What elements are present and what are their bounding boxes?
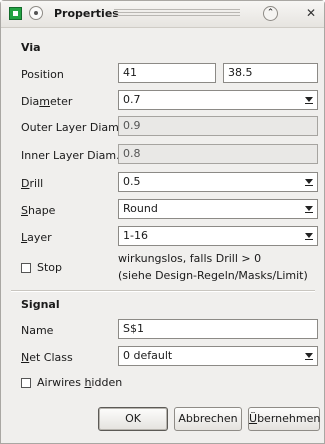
stop-note-line1: wirkungslos, falls Drill > 0 [118, 252, 262, 265]
layer-label: Layer [21, 231, 52, 244]
signal-header: Signal [21, 298, 60, 311]
shape-label: Shape [21, 204, 56, 217]
title-grip[interactable] [114, 9, 240, 18]
net-class-select[interactable]: 0 default [118, 346, 318, 366]
drill-label: Drill [21, 177, 44, 190]
window-title: Properties [54, 7, 119, 20]
diameter-label: Diameter [21, 95, 73, 108]
cancel-button[interactable]: Abbrechen [174, 407, 242, 431]
stop-label[interactable]: Stop [37, 261, 62, 274]
outer-layer-diam-label: Outer Layer Diam. [21, 121, 123, 134]
chevron-down-icon[interactable] [303, 350, 315, 362]
collapse-icon[interactable]: ⌃ [263, 6, 278, 21]
chevron-down-icon[interactable] [303, 203, 315, 215]
ok-button[interactable]: OK [98, 407, 168, 431]
chevron-down-icon[interactable] [303, 230, 315, 242]
name-input[interactable]: S$1 [118, 319, 318, 339]
airwires-hidden-label[interactable]: Airwires hidden [37, 376, 122, 389]
chevron-down-icon[interactable] [303, 94, 315, 106]
position-label: Position [21, 68, 64, 81]
drill-select[interactable]: 0.5 [118, 172, 318, 192]
net-class-value: 0 default [123, 349, 173, 362]
layer-select[interactable]: 1-16 [118, 226, 318, 246]
diameter-value: 0.7 [123, 93, 141, 106]
outer-layer-diam-field: 0.9 [118, 116, 318, 136]
inner-layer-diam-field: 0.8 [118, 144, 318, 164]
close-icon[interactable]: ✕ [304, 5, 318, 21]
stop-note-line2: (siehe Design-Regeln/Masks/Limit) [118, 269, 308, 282]
inner-layer-diam-label: Inner Layer Diam. [21, 149, 120, 162]
position-y-input[interactable]: 38.5 [223, 63, 318, 83]
shape-select[interactable]: Round [118, 199, 318, 219]
layer-value: 1-16 [123, 229, 148, 242]
drill-value: 0.5 [123, 175, 141, 188]
stop-checkbox[interactable] [21, 263, 31, 273]
airwires-hidden-checkbox[interactable] [21, 378, 31, 388]
app-icon [9, 7, 22, 20]
properties-dialog: Properties ⌃ ✕ Via Position 41 38.5 Diam… [0, 0, 325, 444]
name-label: Name [21, 324, 54, 337]
title-bar[interactable]: Properties ⌃ ✕ [1, 1, 324, 28]
shape-value: Round [123, 202, 158, 215]
chevron-down-icon[interactable] [303, 176, 315, 188]
net-class-label: Net Class [21, 351, 73, 364]
apply-button[interactable]: Übernehmen [248, 407, 320, 431]
via-header: Via [21, 41, 41, 54]
section-divider [11, 290, 315, 292]
position-x-input[interactable]: 41 [118, 63, 216, 83]
window-menu-icon[interactable] [29, 6, 43, 20]
diameter-select[interactable]: 0.7 [118, 90, 318, 110]
